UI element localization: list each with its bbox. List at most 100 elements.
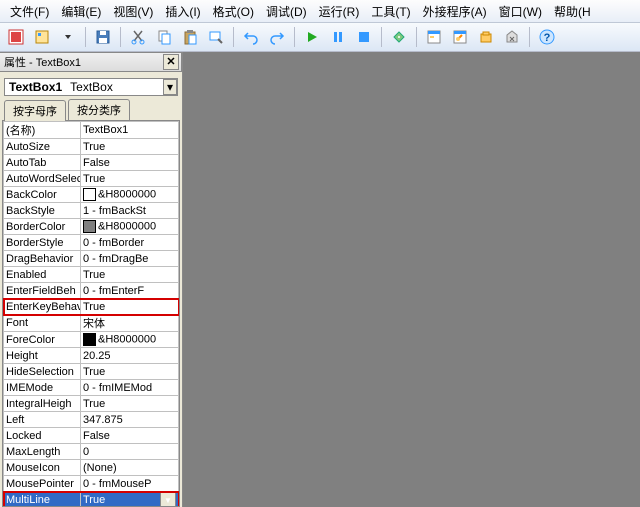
project-explorer-icon[interactable]	[422, 25, 446, 49]
prop-row-Height[interactable]: Height20.25	[4, 348, 179, 364]
prop-row-HideSelection[interactable]: HideSelectionTrue	[4, 364, 179, 380]
prop-row-MouseIcon[interactable]: MouseIcon(None)	[4, 460, 179, 476]
tab-alphabetic[interactable]: 按字母序	[4, 100, 66, 121]
prop-value[interactable]: True	[81, 299, 179, 315]
design-canvas[interactable]	[183, 52, 640, 507]
menu-edit[interactable]: 编辑(E)	[55, 0, 107, 22]
stop-icon[interactable]	[352, 25, 376, 49]
menu-file[interactable]: 文件(F)	[4, 0, 55, 22]
run-icon[interactable]	[300, 25, 324, 49]
prop-value[interactable]: False	[81, 428, 179, 444]
save-icon[interactable]	[91, 25, 115, 49]
prop-value[interactable]: 1 - fmBackSt	[81, 203, 179, 219]
dropdown-arrow-icon[interactable]	[56, 25, 80, 49]
prop-row-BorderStyle[interactable]: BorderStyle0 - fmBorder	[4, 235, 179, 251]
prop-value[interactable]: TextBox1	[81, 122, 179, 139]
prop-row-IntegralHeigh[interactable]: IntegralHeighTrue	[4, 396, 179, 412]
prop-row-EnterFieldBeh[interactable]: EnterFieldBeh0 - fmEnterF	[4, 283, 179, 299]
separator	[233, 27, 234, 47]
prop-row-BackStyle[interactable]: BackStyle1 - fmBackSt	[4, 203, 179, 219]
prop-value[interactable]: True	[81, 139, 179, 155]
prop-row-MaxLength[interactable]: MaxLength0	[4, 444, 179, 460]
property-grid-scroll[interactable]: (名称)TextBox1AutoSizeTrueAutoTabFalseAuto…	[3, 121, 179, 506]
svg-text:?: ?	[544, 32, 551, 44]
prop-row-Enabled[interactable]: EnabledTrue	[4, 267, 179, 283]
prop-row-Locked[interactable]: LockedFalse	[4, 428, 179, 444]
prop-row-AutoSize[interactable]: AutoSizeTrue	[4, 139, 179, 155]
prop-value[interactable]: &H8000000	[81, 219, 179, 235]
prop-row-ForeColor[interactable]: ForeColor&H8000000	[4, 332, 179, 348]
menu-view[interactable]: 视图(V)	[107, 0, 159, 22]
powerpoint-icon[interactable]	[4, 25, 28, 49]
prop-value[interactable]: True	[81, 267, 179, 283]
prop-value[interactable]: True	[81, 364, 179, 380]
prop-name: MousePointer	[4, 476, 81, 492]
prop-name: HideSelection	[4, 364, 81, 380]
prop-name: MaxLength	[4, 444, 81, 460]
prop-name: BorderStyle	[4, 235, 81, 251]
tab-row: 按字母序 按分类序	[0, 100, 182, 120]
prop-value[interactable]: 0 - fmBorder	[81, 235, 179, 251]
prop-value[interactable]: &H8000000	[81, 187, 179, 203]
prop-row-MultiLine[interactable]: MultiLineTrue▼	[4, 492, 179, 507]
properties-window-icon[interactable]	[448, 25, 472, 49]
menu-insert[interactable]: 插入(I)	[159, 0, 206, 22]
menu-debug[interactable]: 调试(D)	[260, 0, 313, 22]
prop-row-EnterKeyBehav[interactable]: EnterKeyBehavTrue	[4, 299, 179, 315]
design-mode-icon[interactable]	[387, 25, 411, 49]
help-icon[interactable]: ?	[535, 25, 559, 49]
break-icon[interactable]	[326, 25, 350, 49]
prop-value[interactable]: &H8000000	[81, 332, 179, 348]
prop-row-Left[interactable]: Left347.875	[4, 412, 179, 428]
chevron-down-icon[interactable]: ▾	[163, 79, 177, 95]
copy-icon[interactable]	[152, 25, 176, 49]
menu-addins[interactable]: 外接程序(A)	[417, 0, 493, 22]
redo-icon[interactable]	[265, 25, 289, 49]
close-icon[interactable]: ✕	[163, 54, 179, 70]
prop-row-DragBehavior[interactable]: DragBehavior0 - fmDragBe	[4, 251, 179, 267]
prop-value[interactable]: 0 - fmDragBe	[81, 251, 179, 267]
separator	[381, 27, 382, 47]
menu-format[interactable]: 格式(O)	[207, 0, 260, 22]
cut-icon[interactable]	[126, 25, 150, 49]
prop-value[interactable]: (None)	[81, 460, 179, 476]
toolbox-icon[interactable]	[500, 25, 524, 49]
combo-chevron-icon[interactable]: ▼	[160, 492, 176, 506]
prop-row-MousePointer[interactable]: MousePointer0 - fmMouseP	[4, 476, 179, 492]
prop-row-[interactable]: (名称)TextBox1	[4, 122, 179, 139]
prop-value[interactable]: True	[81, 171, 179, 187]
prop-value[interactable]: 0	[81, 444, 179, 460]
separator	[416, 27, 417, 47]
menu-run[interactable]: 运行(R)	[313, 0, 366, 22]
menu-bar: 文件(F) 编辑(E) 视图(V) 插入(I) 格式(O) 调试(D) 运行(R…	[0, 0, 640, 23]
paste-icon[interactable]	[178, 25, 202, 49]
prop-row-BorderColor[interactable]: BorderColor&H8000000	[4, 219, 179, 235]
prop-value[interactable]: 0 - fmIMEMod	[81, 380, 179, 396]
prop-row-AutoTab[interactable]: AutoTabFalse	[4, 155, 179, 171]
menu-help[interactable]: 帮助(H	[548, 0, 597, 22]
prop-value[interactable]: True	[81, 396, 179, 412]
object-browser-icon[interactable]	[474, 25, 498, 49]
prop-value[interactable]: 20.25	[81, 348, 179, 364]
new-form-icon[interactable]	[30, 25, 54, 49]
find-icon[interactable]	[204, 25, 228, 49]
prop-name: EnterKeyBehav	[4, 299, 81, 315]
prop-row-BackColor[interactable]: BackColor&H8000000	[4, 187, 179, 203]
prop-value[interactable]: 347.875	[81, 412, 179, 428]
prop-value[interactable]: True▼	[81, 492, 179, 507]
prop-row-Font[interactable]: Font宋体	[4, 315, 179, 332]
tab-categorized[interactable]: 按分类序	[68, 99, 130, 120]
prop-value[interactable]: False	[81, 155, 179, 171]
menu-tools[interactable]: 工具(T)	[365, 0, 416, 22]
object-selector[interactable]: TextBox1 TextBox ▾	[4, 78, 178, 96]
prop-row-AutoWordSelec[interactable]: AutoWordSelecTrue	[4, 171, 179, 187]
undo-icon[interactable]	[239, 25, 263, 49]
property-table: (名称)TextBox1AutoSizeTrueAutoTabFalseAuto…	[3, 121, 179, 506]
prop-value[interactable]: 宋体	[81, 315, 179, 332]
menu-window[interactable]: 窗口(W)	[493, 0, 548, 22]
prop-value[interactable]: 0 - fmMouseP	[81, 476, 179, 492]
prop-row-IMEMode[interactable]: IMEMode0 - fmIMEMod	[4, 380, 179, 396]
prop-value[interactable]: 0 - fmEnterF	[81, 283, 179, 299]
prop-name: IntegralHeigh	[4, 396, 81, 412]
prop-name: BackColor	[4, 187, 81, 203]
